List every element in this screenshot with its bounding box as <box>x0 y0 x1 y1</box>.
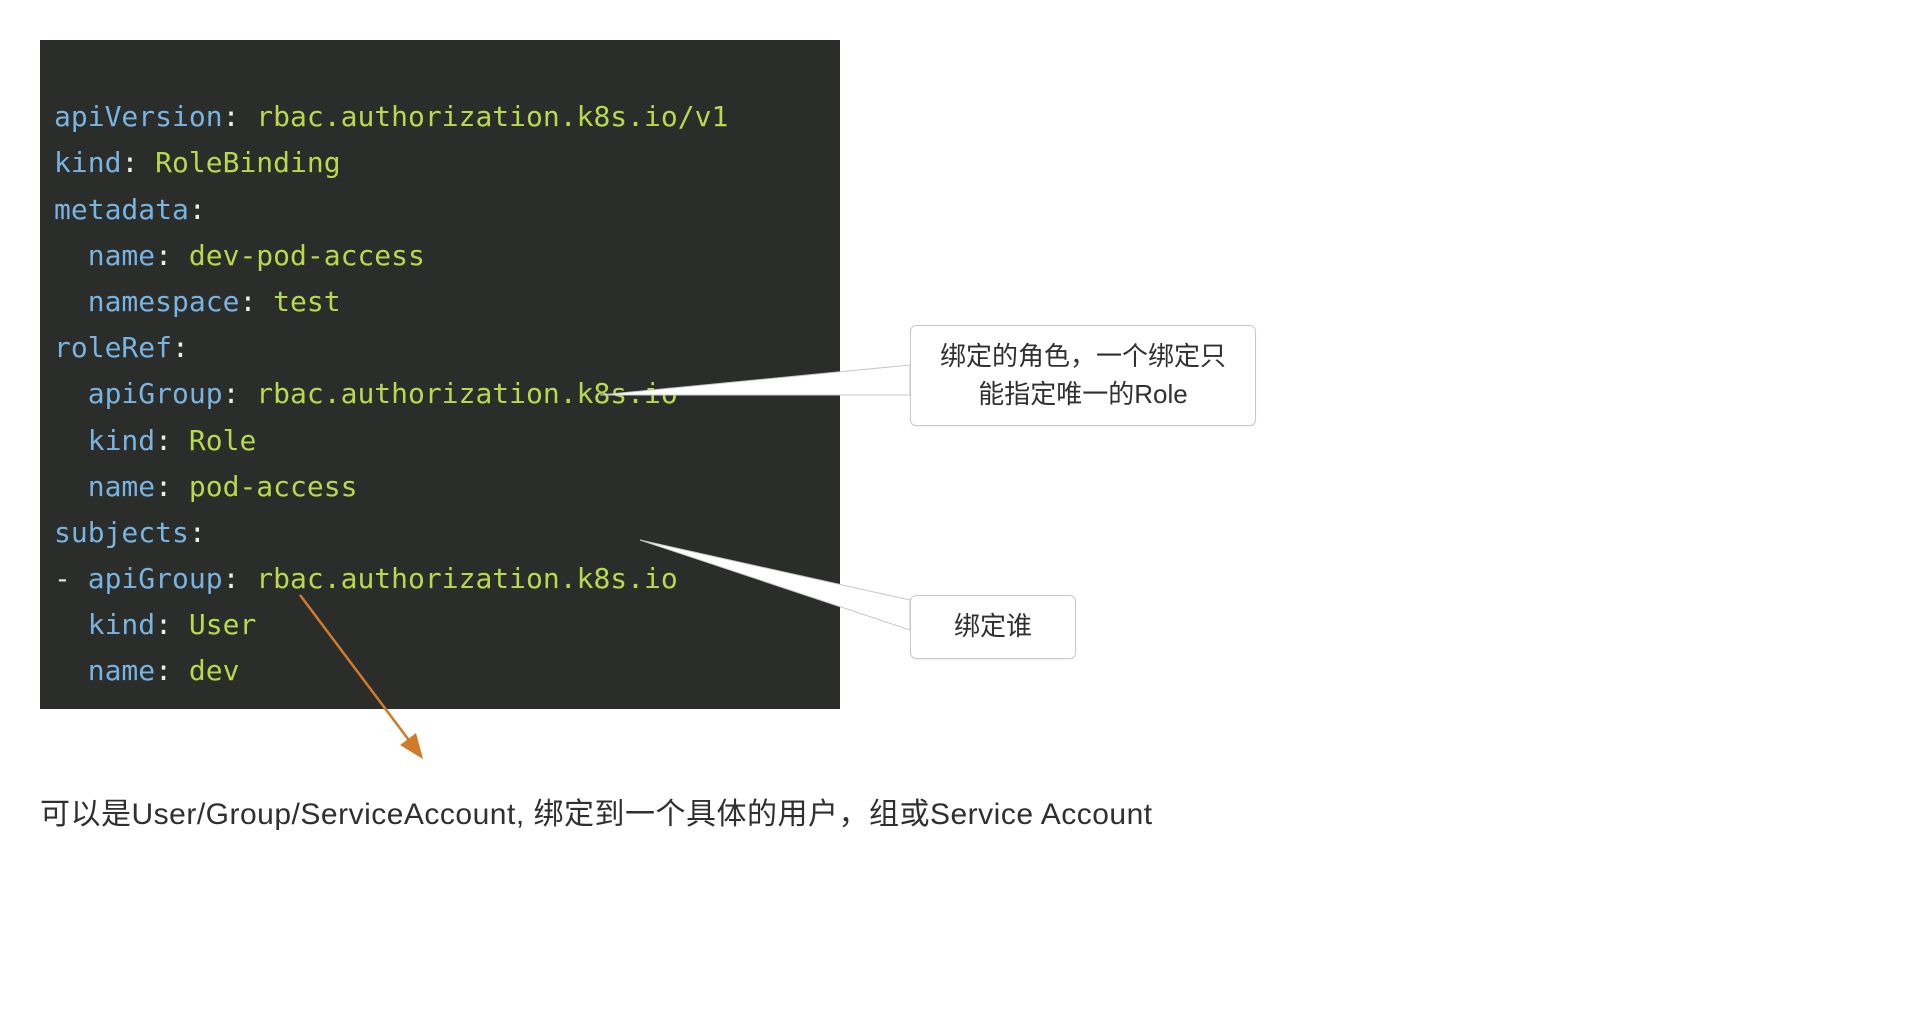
key-subject-kind: kind <box>88 608 155 641</box>
val-roleref-name: pod-access <box>189 470 358 503</box>
key-apiversion: apiVersion <box>54 100 223 133</box>
key-subjects: subjects <box>54 516 189 549</box>
bottom-caption: 可以是User/Group/ServiceAccount, 绑定到一个具体的用户… <box>40 789 1880 833</box>
key-roleref: roleRef <box>54 331 172 364</box>
key-metadata: metadata <box>54 193 189 226</box>
key-metadata-namespace: namespace <box>88 285 240 318</box>
callout-subjects: 绑定谁 <box>910 595 1076 659</box>
val-apiversion: rbac.authorization.k8s.io/v1 <box>256 100 728 133</box>
val-kind: RoleBinding <box>155 146 340 179</box>
diagram-wrap: apiVersion: rbac.authorization.k8s.io/v1… <box>40 40 1640 709</box>
key-roleref-kind: kind <box>88 424 155 457</box>
callout-pointer-1 <box>600 360 920 440</box>
dash-subject: - <box>54 562 71 595</box>
val-subject-apigroup: rbac.authorization.k8s.io <box>256 562 677 595</box>
val-metadata-namespace: test <box>273 285 340 318</box>
val-subject-kind: User <box>189 608 256 641</box>
key-kind: kind <box>54 146 121 179</box>
key-roleref-name: name <box>88 470 155 503</box>
arrow-user-to-caption <box>290 595 490 775</box>
val-metadata-name: dev-pod-access <box>189 239 425 272</box>
val-roleref-kind: Role <box>189 424 256 457</box>
key-roleref-apigroup: apiGroup <box>88 377 223 410</box>
val-subject-name: dev <box>189 654 240 687</box>
key-metadata-name: name <box>88 239 155 272</box>
key-subject-name: name <box>88 654 155 687</box>
key-subject-apigroup: apiGroup <box>88 562 223 595</box>
callout-roleref: 绑定的角色，一个绑定只能指定唯一的Role <box>910 325 1256 426</box>
callout-pointer-2 <box>640 540 920 640</box>
